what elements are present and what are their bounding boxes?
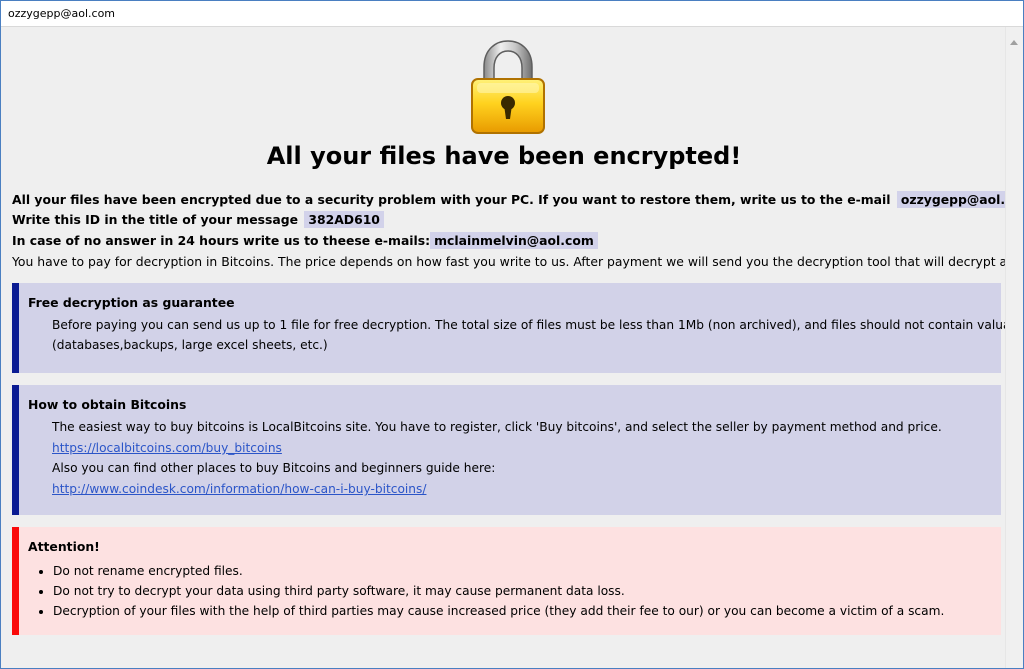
- free-decryption-title: Free decryption as guarantee: [28, 295, 235, 310]
- intro-text-3: In case of no answer in 24 hours write u…: [12, 233, 431, 248]
- vertical-scrollbar[interactable]: [1005, 27, 1023, 668]
- bitcoins-box: How to obtain Bitcoins The easiest way t…: [12, 385, 1001, 515]
- backup-email: mclainmelvin@aol.com: [430, 232, 598, 249]
- attention-item: Do not rename encrypted files.: [53, 561, 944, 581]
- padlock-icon: [471, 40, 545, 134]
- free-decryption-text-1: Before paying you can send us up to 1 fi…: [52, 318, 1006, 332]
- scroll-up-arrow-icon[interactable]: [1010, 40, 1018, 45]
- ransom-note-window: ozzygepp@aol.com All your files have bee…: [0, 0, 1024, 669]
- message-content: All your files have been encrypted! All …: [2, 27, 1006, 668]
- bitcoins-text-2: Also you can find other places to buy Bi…: [52, 461, 496, 475]
- coindesk-link[interactable]: http://www.coindesk.com/information/how-…: [52, 479, 426, 499]
- attention-list: Do not rename encrypted files. Do not tr…: [35, 561, 944, 621]
- intro-text-1: All your files have been encrypted due t…: [12, 192, 891, 207]
- window-title: ozzygepp@aol.com: [8, 7, 116, 20]
- free-decryption-box: Free decryption as guarantee Before payi…: [12, 283, 1006, 373]
- localbitcoins-link[interactable]: https://localbitcoins.com/buy_bitcoins: [52, 438, 282, 458]
- intro-text-2: Write this ID in the title of your messa…: [12, 212, 298, 227]
- victim-id: 382AD610: [304, 211, 384, 228]
- attention-item: Do not try to decrypt your data using th…: [53, 581, 944, 601]
- intro-line-1: All your files have been encrypted due t…: [12, 191, 1006, 209]
- bitcoins-text-1: The easiest way to buy bitcoins is Local…: [52, 420, 942, 434]
- attention-box: Attention! Do not rename encrypted files…: [12, 527, 1001, 635]
- free-decryption-text-2: (databases,backups, large excel sheets, …: [52, 338, 328, 352]
- title-bar[interactable]: ozzygepp@aol.com: [1, 1, 1023, 27]
- intro-line-3: In case of no answer in 24 hours write u…: [12, 232, 598, 250]
- intro-line-2: Write this ID in the title of your messa…: [12, 211, 384, 229]
- contact-email: ozzygepp@aol.com: [896, 191, 1006, 208]
- attention-title: Attention!: [28, 539, 100, 554]
- main-heading: All your files have been encrypted!: [266, 142, 742, 170]
- intro-line-4: You have to pay for decryption in Bitcoi…: [12, 254, 1006, 269]
- bitcoins-title: How to obtain Bitcoins: [28, 397, 187, 412]
- attention-item: Decryption of your files with the help o…: [53, 601, 944, 621]
